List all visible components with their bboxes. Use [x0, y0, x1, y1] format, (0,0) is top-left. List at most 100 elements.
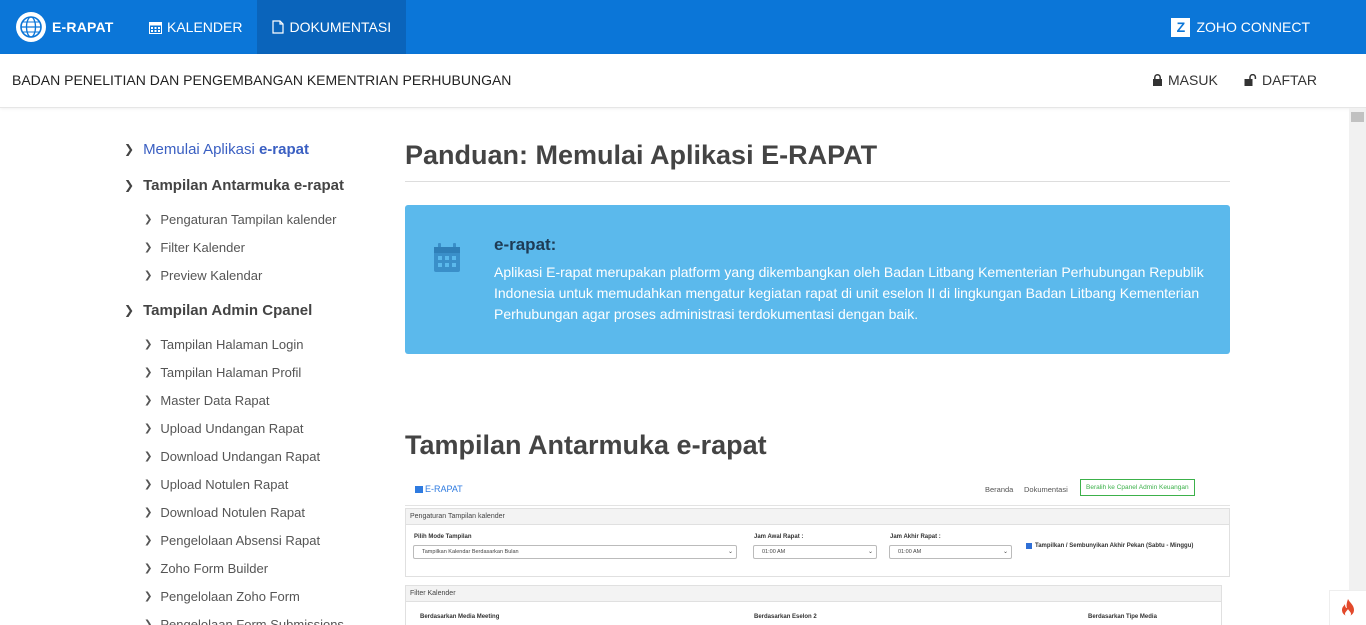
screenshot-awal-select: 01:00 AM ⌄ — [753, 545, 877, 559]
sidebar-item-label: Zoho Form Builder — [160, 560, 269, 576]
sidebar-item-label: Pengelolaan Form Submissions — [160, 616, 344, 625]
chevron-right-icon: ❯ — [144, 338, 153, 350]
lock-icon — [1153, 74, 1162, 86]
organization-name: BADAN PENELITIAN DAN PENGEMBANGAN KEMENT… — [12, 72, 512, 88]
sidebar-item-label: Upload Notulen Rapat — [160, 476, 289, 492]
sidebar-item-label: Pengelolaan Absensi Rapat — [160, 532, 321, 548]
chevron-right-icon: ❯ — [144, 562, 153, 574]
sidebar-item-master-data[interactable]: ❯ Master Data Rapat — [144, 392, 270, 408]
sidebar-item-preview[interactable]: ❯ Preview Kalendar — [144, 267, 262, 283]
sidebar-item-pengaturan[interactable]: ❯ Pengaturan Tampilan kalender — [144, 211, 337, 227]
sidebar-section-label: Memulai Aplikasi e-rapat — [143, 140, 309, 158]
sub-header: BADAN PENELITIAN DAN PENGEMBANGAN KEMENT… — [0, 54, 1366, 108]
sidebar-item-upload-notulen[interactable]: ❯ Upload Notulen Rapat — [144, 476, 288, 492]
brand-link[interactable]: E-RAPAT — [0, 0, 134, 54]
sidebar-item-label: Preview Kalendar — [160, 267, 263, 283]
page-scrollbar[interactable] — [1349, 108, 1366, 625]
screenshot-akhir-select: 01:00 AM ⌄ — [889, 545, 1012, 559]
chevron-right-icon: ❯ — [144, 590, 153, 602]
chevron-right-icon: ❯ — [144, 506, 153, 518]
sidebar-item-label: Filter Kalender — [160, 239, 245, 255]
screenshot-cpanel-button: Beralih ke Cpanel Admin Keuangan — [1080, 479, 1195, 496]
zoho-icon: Z — [1171, 17, 1191, 37]
login-link[interactable]: MASUK — [1152, 72, 1218, 88]
chevron-right-icon: ❯ — [144, 534, 153, 546]
sidebar-item-form-submissions[interactable]: ❯ Pengelolaan Form Submissions — [144, 616, 344, 625]
nav-dokumentasi[interactable]: DOKUMENTASI — [257, 0, 407, 54]
screenshot-panel-filter: Filter Kalender Berdasarkan Media Meetin… — [405, 585, 1222, 625]
screenshot-weekend-label: Tampilkan / Sembunyikan Akhir Pekan (Sab… — [1035, 543, 1194, 549]
sidebar-section-label: Tampilan Admin Cpanel — [143, 301, 313, 319]
sidebar-item-label: Tampilan Halaman Login — [160, 336, 304, 352]
sidebar-item-label: Upload Undangan Rapat — [160, 420, 304, 436]
screenshot-media-label: Berdasarkan Media Meeting — [420, 614, 500, 620]
flame-icon — [1342, 599, 1354, 617]
sidebar-item-download-undangan[interactable]: ❯ Download Undangan Rapat — [144, 448, 320, 464]
section-title: Tampilan Antarmuka e-rapat — [405, 430, 1230, 472]
sidebar-section-admin-cpanel[interactable]: ❯ Tampilan Admin Cpanel — [124, 301, 312, 319]
chevron-right-icon: ❯ — [144, 478, 153, 490]
callout-body: Aplikasi E-rapat merupakan platform yang… — [494, 264, 1204, 322]
main-content: Panduan: Memulai Aplikasi E-RAPAT e-rapa… — [405, 140, 1230, 472]
sidebar-item-filter[interactable]: ❯ Filter Kalender — [144, 239, 245, 255]
zoho-connect-link[interactable]: Z ZOHO CONNECT — [1171, 0, 1310, 54]
info-callout: e-rapat: Aplikasi E-rapat merupakan plat… — [405, 205, 1230, 354]
screenshot-tipe-label: Berdasarkan Tipe Media — [1088, 614, 1157, 620]
screenshot-dokumentasi: Dokumentasi — [1024, 485, 1068, 494]
sidebar-item-label: Pengelolaan Zoho Form — [160, 588, 300, 604]
login-label: MASUK — [1168, 72, 1218, 88]
screenshot-navbar: E-RAPAT Beranda Dokumentasi Beralih ke C… — [405, 470, 1230, 506]
sidebar-section-memulai[interactable]: ❯ Memulai Aplikasi e-rapat — [124, 140, 309, 158]
sidebar-item-label: Pengaturan Tampilan kalender — [160, 211, 337, 227]
register-label: DAFTAR — [1262, 72, 1317, 88]
unlock-icon — [1244, 74, 1257, 86]
chevron-right-icon: ❯ — [144, 450, 153, 462]
interface-screenshot: E-RAPAT Beranda Dokumentasi Beralih ke C… — [405, 470, 1230, 625]
sidebar-section-label: Tampilan Antarmuka e-rapat — [143, 176, 344, 194]
screenshot-brand-label: E-RAPAT — [425, 484, 463, 494]
page-title: Panduan: Memulai Aplikasi E-RAPAT — [405, 140, 1230, 182]
scrollbar-thumb[interactable] — [1351, 112, 1364, 122]
chevron-right-icon: ❯ — [124, 178, 135, 192]
calendar-icon — [433, 243, 461, 278]
screenshot-mode-label: Pilih Mode Tampilan — [414, 534, 472, 540]
sidebar-section-antarmuka[interactable]: ❯ Tampilan Antarmuka e-rapat — [124, 176, 344, 194]
nav-dokumentasi-label: DOKUMENTASI — [289, 19, 392, 35]
screenshot-brand: E-RAPAT — [415, 484, 463, 494]
register-link[interactable]: DAFTAR — [1244, 72, 1317, 88]
nav-kalender-label: KALENDER — [167, 19, 243, 35]
chevron-right-icon: ❯ — [144, 269, 153, 281]
chevron-right-icon: ❯ — [144, 618, 153, 625]
sidebar-item-absensi[interactable]: ❯ Pengelolaan Absensi Rapat — [144, 532, 320, 548]
nav-kalender[interactable]: KALENDER — [134, 0, 257, 54]
screenshot-weekend-checkbox: Tampilkan / Sembunyikan Akhir Pekan (Sab… — [1026, 543, 1193, 549]
calendar-icon — [149, 21, 162, 34]
chevron-right-icon: ❯ — [124, 142, 135, 156]
sidebar-item-download-notulen[interactable]: ❯ Download Notulen Rapat — [144, 504, 305, 520]
zoho-connect-label: ZOHO CONNECT — [1196, 19, 1310, 35]
screenshot-beranda: Beranda — [985, 485, 1014, 494]
screenshot-panel-title: Pengaturan Tampilan kalender — [406, 509, 1229, 525]
screenshot-panel-pengaturan: Pengaturan Tampilan kalender Pilih Mode … — [405, 508, 1230, 577]
checkbox-icon — [1026, 543, 1032, 549]
screenshot-panel-title: Filter Kalender — [406, 586, 1221, 602]
screenshot-eselon-label: Berdasarkan Eselon 2 — [754, 614, 817, 620]
sidebar-item-label: Download Undangan Rapat — [160, 448, 321, 464]
screenshot-akhir-label: Jam Akhir Rapat : — [890, 534, 941, 540]
sidebar-item-upload-undangan[interactable]: ❯ Upload Undangan Rapat — [144, 420, 304, 436]
file-icon — [272, 20, 285, 34]
flame-icon-button[interactable] — [1329, 590, 1366, 625]
calendar-icon — [415, 486, 423, 493]
brand-name: E-RAPAT — [52, 19, 114, 35]
chevron-right-icon: ❯ — [144, 213, 153, 225]
chevron-right-icon: ❯ — [144, 366, 153, 378]
sidebar-item-profil[interactable]: ❯ Tampilan Halaman Profil — [144, 364, 301, 380]
top-navbar: E-RAPAT KALENDER DOKUMENTASI Z ZOHO CONN… — [0, 0, 1366, 54]
chevron-right-icon: ❯ — [144, 394, 153, 406]
sidebar-item-zoho-form[interactable]: ❯ Pengelolaan Zoho Form — [144, 588, 300, 604]
sidebar-item-zoho-form-builder[interactable]: ❯ Zoho Form Builder — [144, 560, 268, 576]
screenshot-mode-select: Tampilkan Kalendar Berdasarkan Bulan ⌄ — [413, 545, 737, 559]
sidebar-item-login[interactable]: ❯ Tampilan Halaman Login — [144, 336, 303, 352]
callout-title: e-rapat: — [494, 235, 557, 254]
sidebar-item-label: Download Notulen Rapat — [160, 504, 305, 520]
